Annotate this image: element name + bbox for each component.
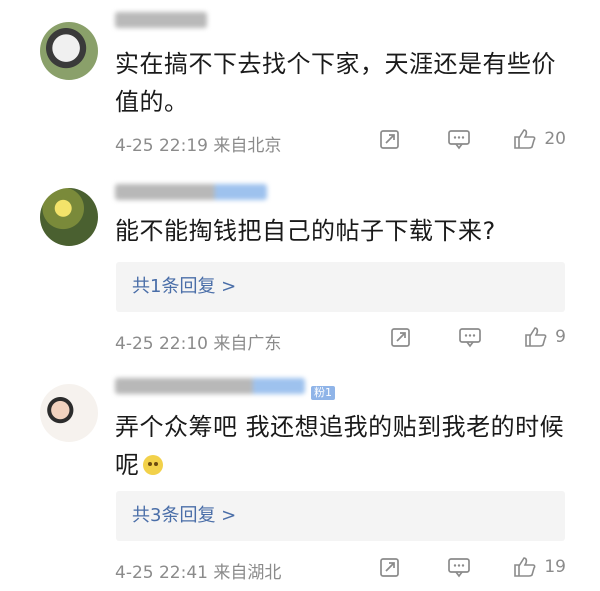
repost-icon[interactable] — [379, 128, 401, 150]
like-count: 9 — [555, 327, 566, 347]
username[interactable] — [115, 184, 267, 200]
like-button[interactable]: 9 — [524, 326, 566, 348]
comment-actions: 9 — [390, 326, 566, 348]
comment-time: 4-25 22:41 — [115, 563, 208, 583]
comment-text: 实在搞不下去找个下家，天涯还是有些价值的。 — [115, 50, 556, 116]
comment-location: 来自北京 — [213, 136, 282, 156]
username[interactable] — [115, 378, 305, 394]
like-icon — [514, 129, 536, 149]
comment-text: 能不能掏钱把自己的帖子下载下来? — [115, 217, 496, 245]
comment-location: 来自广东 — [213, 334, 282, 354]
avatar[interactable] — [40, 384, 98, 442]
comment-actions: 20 — [379, 128, 566, 150]
username[interactable] — [115, 12, 207, 28]
like-icon — [525, 327, 547, 347]
comment-meta: 4-25 22:10 来自广东 — [115, 329, 281, 354]
fan-badge: 粉1 — [311, 386, 335, 400]
like-button[interactable]: 20 — [513, 128, 566, 150]
repost-icon[interactable] — [390, 326, 412, 348]
repost-icon[interactable] — [379, 556, 401, 578]
like-count: 19 — [544, 557, 566, 577]
like-icon — [514, 557, 536, 577]
comment-location: 来自湖北 — [213, 563, 282, 583]
avatar[interactable] — [40, 22, 98, 80]
like-button[interactable]: 19 — [513, 556, 566, 578]
like-count: 20 — [544, 129, 566, 149]
comment-time: 4-25 22:10 — [115, 334, 208, 354]
comment-text: 弄个众筹吧 我还想追我的贴到我老的时候呢 — [115, 413, 565, 479]
comment-icon[interactable] — [447, 128, 471, 150]
comment-icon[interactable] — [458, 326, 482, 348]
comment-meta: 4-25 22:41 来自湖北 — [115, 558, 281, 583]
avatar[interactable] — [40, 188, 98, 246]
reply-expand-button[interactable]: 共1条回复 > — [116, 262, 565, 312]
reply-expand-button[interactable]: 共3条回复 > — [116, 491, 565, 541]
crying-emoji-icon — [142, 455, 163, 475]
comment-meta: 4-25 22:19 来自北京 — [115, 131, 281, 156]
comment-time: 4-25 22:19 — [115, 136, 208, 156]
comment-actions: 19 — [379, 556, 566, 578]
comment-icon[interactable] — [447, 556, 471, 578]
